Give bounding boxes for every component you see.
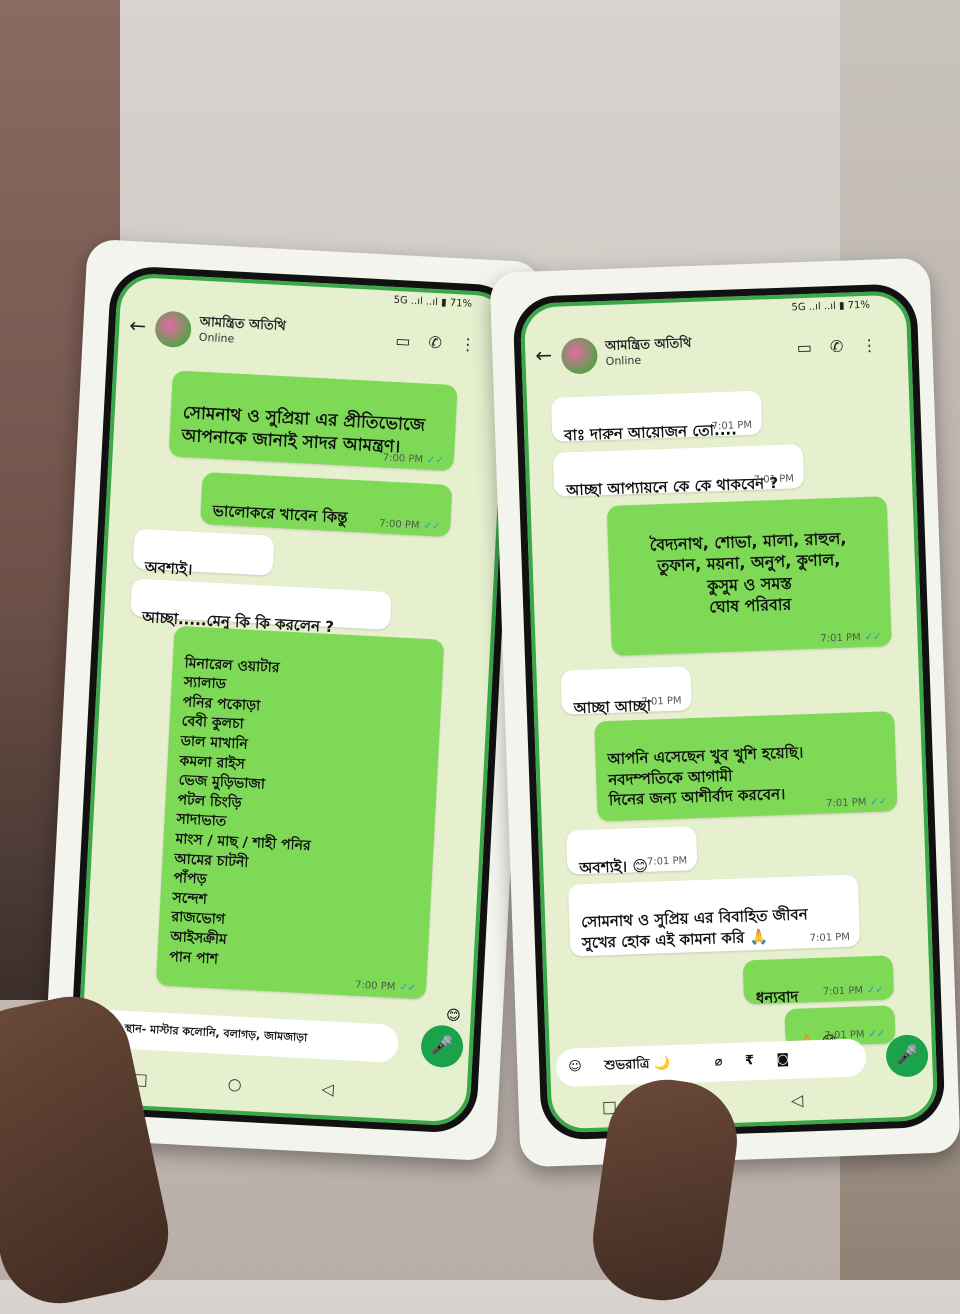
message-bubble: আচ্ছা আপ্যায়নে কে কে থাকবেন ? 7:01 PM (552, 444, 805, 500)
message-bubble: আচ্ছা আচ্ছা 7:01 PM (560, 666, 692, 718)
square-nav-icon[interactable]: □ (132, 1069, 228, 1093)
phone-frame-left: 5G ..ıl ..ıl ▮ 71% ← আমন্ত্রিত অতিথি Onl… (67, 264, 520, 1135)
message-time: 7:01 PM ✓✓ (820, 630, 882, 645)
contact-status: Online (198, 330, 235, 346)
reaction-emoji: 😊 (445, 1007, 462, 1025)
status-indicators: 5G ..ıl ..ıl ▮ 71% (393, 294, 473, 310)
message-bubble: ভালোকরে খাবেন কিন্তু 7:00 PM ✓✓ (200, 472, 453, 538)
camera-icon[interactable]: ◙ (776, 1052, 789, 1067)
message-bubble: অবশ্যই। (132, 528, 275, 579)
invitation-card-right: 5G ..ıl ..ıl ▮ 71% ← আমন্ত্রিত অতিথি Onl… (489, 257, 960, 1168)
read-tick-icon: ✓✓ (868, 1028, 886, 1040)
contact-status: Online (605, 353, 642, 368)
status-indicators: 5G ..ıl ..ıl ▮ 71% (791, 299, 871, 314)
message-time: 7:01 PM (646, 854, 688, 868)
attach-icon[interactable]: ⌀ (714, 1054, 722, 1069)
message-text: আচ্ছা আচ্ছা (573, 696, 652, 718)
rupee-icon[interactable]: ₹ (745, 1053, 755, 1068)
message-time: 7:01 PM ✓✓ (822, 984, 884, 998)
read-tick-icon: ✓✓ (870, 795, 888, 808)
read-tick-icon: ✓✓ (423, 520, 441, 533)
message-text: ভালোকরে খাবেন কিন্তু (212, 501, 349, 527)
phone-icon[interactable]: ✆ (428, 333, 460, 354)
back-arrow-icon[interactable]: ← (535, 343, 553, 368)
read-tick-icon: ✓✓ (399, 982, 417, 994)
message-text: আচ্ছা আপ্যায়নে কে কে থাকবেন ? (565, 474, 779, 500)
message-time: 7:00 PM ✓✓ (354, 979, 417, 994)
read-tick-icon: ✓✓ (866, 984, 884, 996)
message-time: 7:01 PM (809, 931, 851, 944)
avatar[interactable] (154, 310, 193, 349)
message-time: 7:00 PM ✓✓ (379, 517, 441, 533)
mic-button[interactable]: 🎤 (420, 1024, 465, 1069)
menu-list-text: মিনারেল ওয়াটার স্যালাড পনির পকোড়া বেবী… (168, 654, 312, 967)
mic-icon: 🎤 (895, 1044, 919, 1067)
message-time: 7:01 PM (753, 472, 795, 486)
message-time: 7:01 PM (641, 695, 682, 708)
chat-header: ← আমন্ত্রিত অতিথি Online ▭✆⋮ (521, 320, 913, 390)
message-bubble: ধন্যবাদ 7:01 PM ✓✓ (742, 955, 895, 1008)
message-time: 7:00 PM ✓✓ (382, 451, 445, 467)
read-tick-icon: ✓✓ (864, 630, 882, 643)
message-bubble: সোমনাথ ও সুপ্রিয়া এর প্রীতিভোজে আপনাকে … (168, 370, 458, 472)
video-call-icon[interactable]: ▭ (796, 337, 830, 357)
triangle-nav-icon[interactable]: ◁ (321, 1079, 414, 1103)
message-time: 7:01 PM ✓✓ (825, 795, 888, 810)
mic-button[interactable]: 🎤 (885, 1034, 929, 1078)
menu-dots-icon[interactable]: ⋮ (861, 335, 896, 355)
phone-frame-right: 5G ..ıl ..ıl ▮ 71% ← আমন্ত্রিত অতিথি Onl… (512, 283, 946, 1141)
nav-bar: □○◁ (547, 1086, 938, 1128)
back-arrow-icon[interactable]: ← (129, 313, 147, 338)
message-bubble: সোমনাথ ও সুপ্রিয় এর বিবাহিত জীবন সুখের … (567, 874, 861, 957)
circle-nav-icon[interactable]: ○ (227, 1074, 322, 1098)
message-text: অবশ্যই। (144, 558, 193, 579)
message-text: সোমনাথ ও সুপ্রিয় এর বিবাহিত জীবন সুখের … (580, 905, 808, 952)
message-bubble: অবশ্যই। 😊 7:01 PM (566, 826, 698, 878)
message-text: আপনি এসেছেন খুব খুশি হয়েছি। নবদম্পতিকে … (607, 743, 804, 809)
header-icons: ▭✆⋮ (796, 335, 895, 357)
mic-icon: 🎤 (430, 1034, 454, 1057)
read-tick-icon: ✓✓ (426, 454, 445, 467)
message-text: সোমনাথ ও সুপ্রিয়া এর প্রীতিভোজে আপনাকে … (181, 402, 426, 458)
message-bubble: আচ্ছা.....মেনু কি কি করলেন ? (130, 578, 392, 636)
avatar[interactable] (560, 337, 599, 375)
message-input[interactable]: ☺ শুভরাত্রি 🌙 ⌀ ₹ ◙ (555, 1038, 867, 1088)
triangle-nav-icon[interactable]: ◁ (791, 1088, 884, 1110)
input-text: শুভরাত্রি 🌙 (604, 1056, 671, 1074)
message-bubble: বাঃ দারুন আয়োজন তো.... 7:01 PM (550, 390, 763, 445)
message-text: অবশ্যই। 😊 (579, 857, 649, 878)
message-bubble: বৈদ্যনাথ, শোভা, মালা, রাহুল, তুফান, ময়ন… (606, 496, 892, 656)
message-bubble: আপনি এসেছেন খুব খুশি হয়েছি। নবদম্পতিকে … (594, 711, 898, 822)
input-text: স্থান- মাস্টার কলোনি, বলাগড়, জামজাড়া (124, 1021, 308, 1045)
message-text: বৈদ্যনাথ, শোভা, মালা, রাহুল, তুফান, ময়ন… (649, 528, 847, 617)
message-text: ধন্যবাদ (755, 987, 799, 1008)
message-time: 7:01 PM (711, 419, 753, 432)
emoji-icon[interactable]: ☺ (568, 1059, 582, 1074)
phone-icon[interactable]: ✆ (830, 336, 862, 356)
message-input[interactable]: ☺ স্থান- মাস্টার কলোনি, বলাগড়, জামজাড়া (87, 1008, 400, 1064)
header-icons: ▭✆⋮ (395, 331, 494, 355)
video-call-icon[interactable]: ▭ (395, 331, 429, 352)
menu-dots-icon[interactable]: ⋮ (459, 334, 494, 355)
message-bubble: মিনারেল ওয়াটার স্যালাড পনির পকোড়া বেবী… (155, 625, 445, 1000)
